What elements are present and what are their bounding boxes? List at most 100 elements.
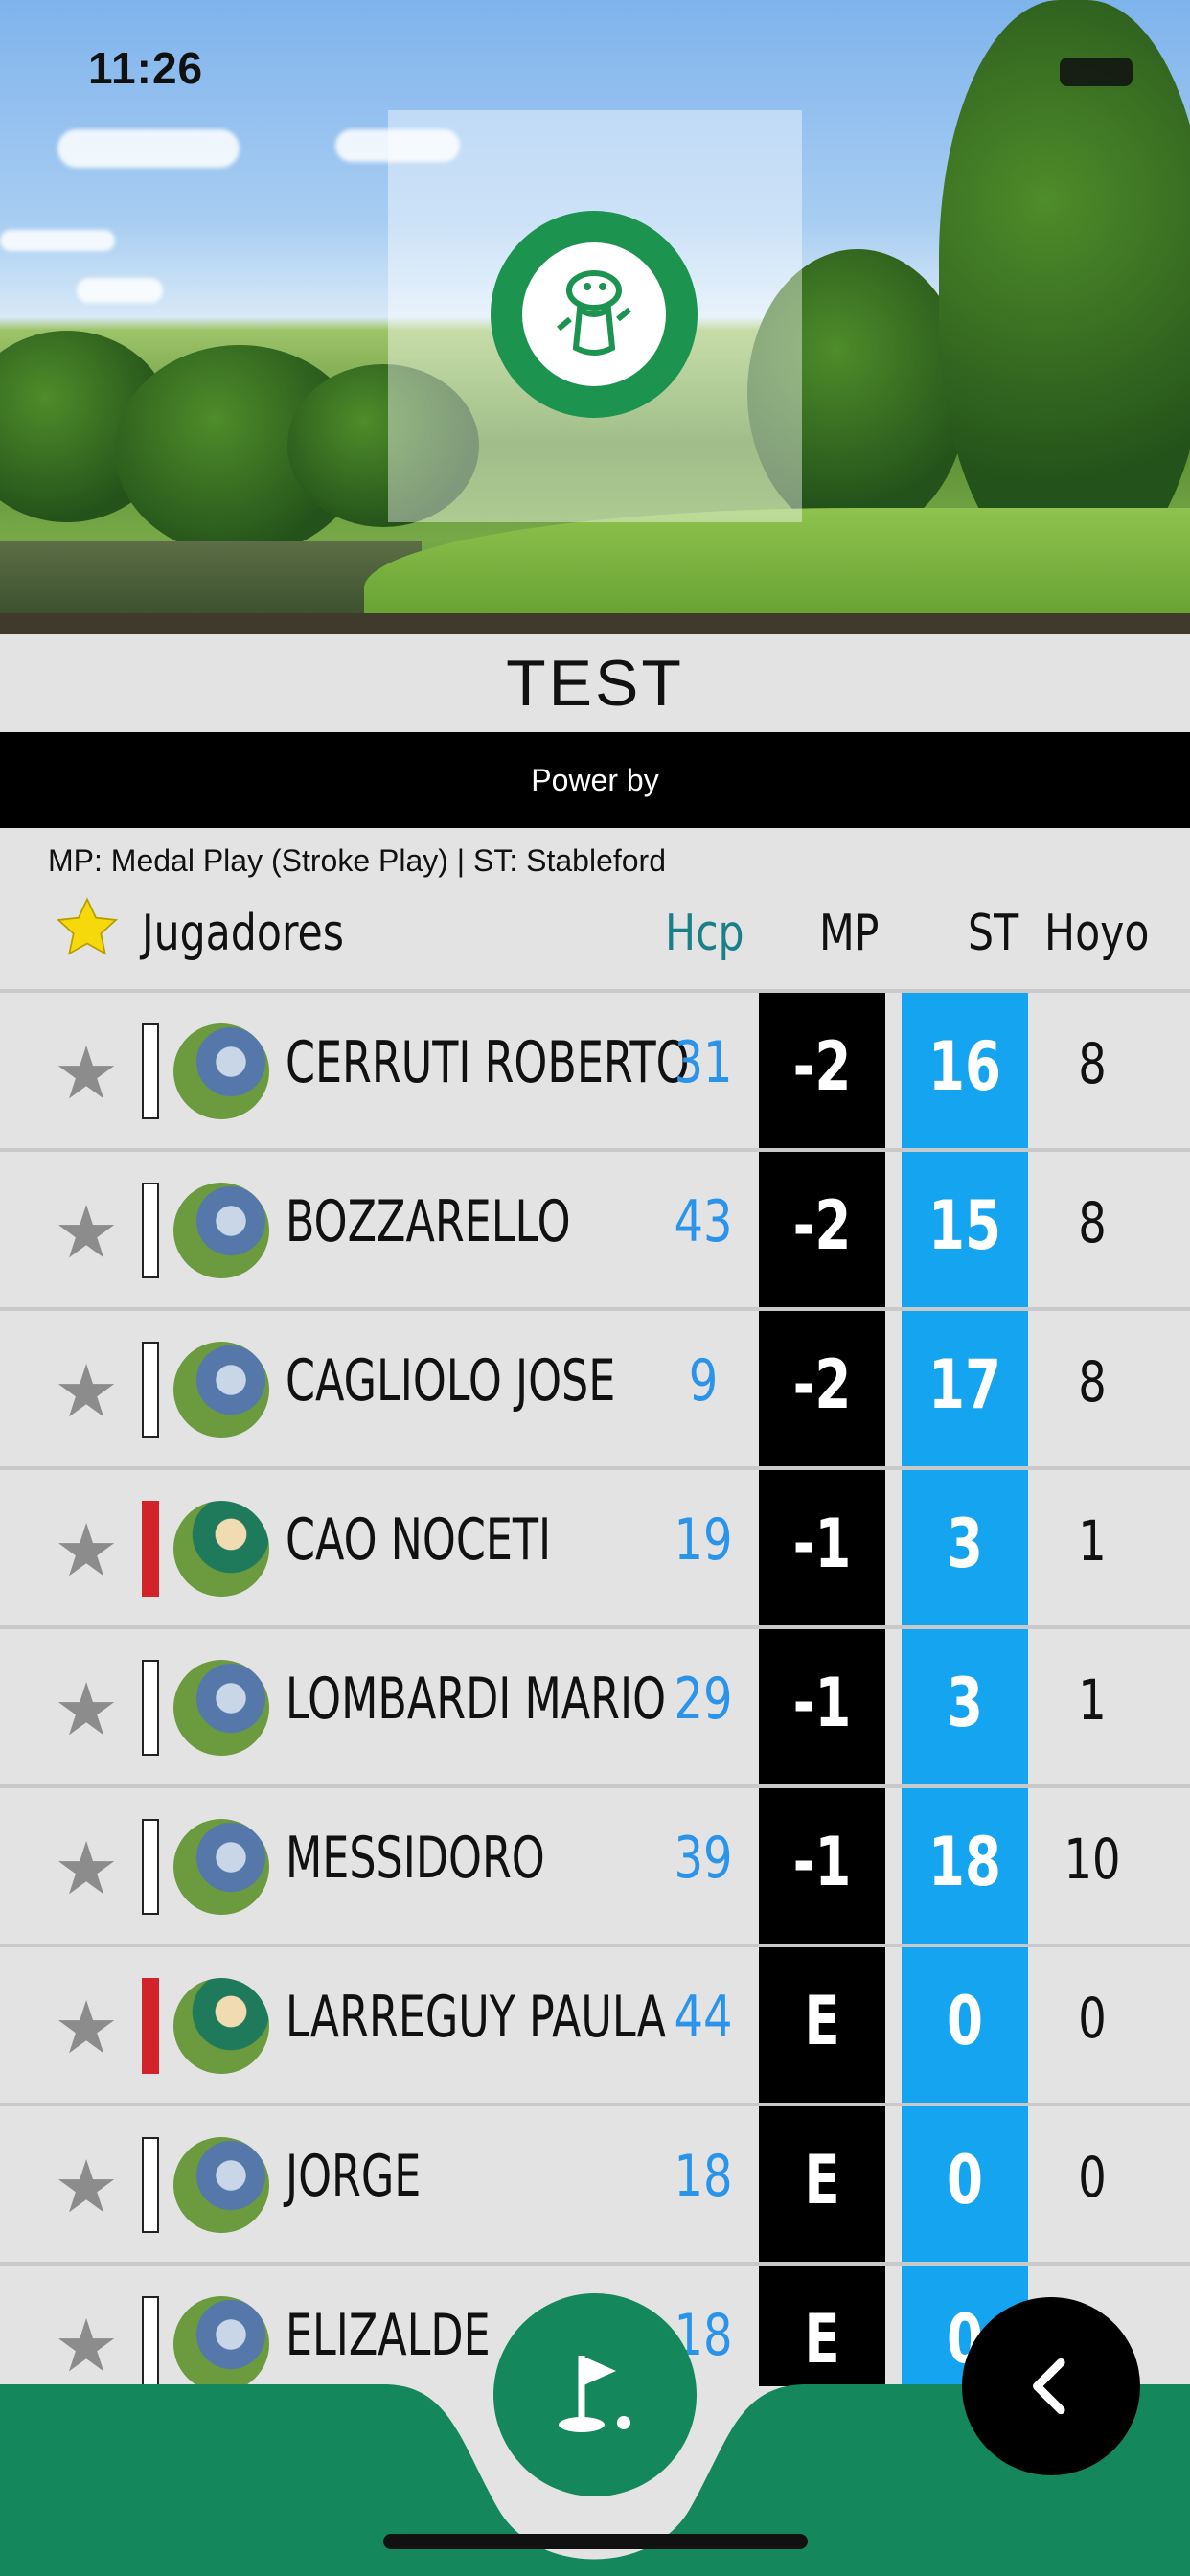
player-row[interactable]: ★ BOZZARELLO 43 -2 15 8 bbox=[0, 1152, 1190, 1311]
cloud bbox=[0, 230, 115, 251]
player-hcp: 29 bbox=[674, 1666, 733, 1733]
player-hcp: 43 bbox=[674, 1188, 733, 1255]
tee-marker bbox=[142, 2137, 159, 2233]
player-st: 16 bbox=[927, 1027, 1001, 1106]
star-icon[interactable]: ★ bbox=[54, 1674, 119, 1747]
player-name: MESSIDORO bbox=[286, 1825, 545, 1892]
avatar bbox=[173, 2137, 269, 2233]
player-name: CAO NOCETI bbox=[286, 1506, 552, 1574]
avatar bbox=[173, 1024, 269, 1119]
star-icon[interactable]: ★ bbox=[54, 1515, 119, 1588]
star-icon[interactable]: ★ bbox=[54, 1197, 119, 1270]
golf-flag-icon bbox=[559, 2356, 630, 2432]
power-by-label: Power by bbox=[531, 762, 659, 797]
player-hoyo: 10 bbox=[1064, 1827, 1121, 1892]
player-hoyo: 8 bbox=[1078, 1031, 1107, 1096]
column-hcp: Hcp bbox=[665, 905, 744, 962]
tee-marker bbox=[142, 1660, 159, 1756]
player-name: BOZZARELLO bbox=[286, 1188, 571, 1255]
ground-edge bbox=[0, 613, 1190, 634]
player-hcp: 44 bbox=[674, 1984, 733, 2051]
back-button[interactable] bbox=[962, 2297, 1140, 2475]
star-icon[interactable]: ★ bbox=[54, 1038, 119, 1111]
avatar bbox=[173, 1660, 269, 1756]
player-name: LOMBARDI MARIO bbox=[286, 1666, 667, 1733]
player-hcp: 31 bbox=[674, 1029, 733, 1096]
course-header-image: 11:26 bbox=[0, 0, 1190, 634]
tee-marker bbox=[142, 1978, 159, 2074]
star-icon[interactable]: ★ bbox=[54, 2151, 119, 2224]
tee-marker bbox=[142, 1183, 159, 1278]
cloud bbox=[77, 278, 163, 303]
avatar bbox=[173, 1819, 269, 1915]
avatar bbox=[173, 1978, 269, 2074]
player-hoyo: 0 bbox=[1078, 2145, 1107, 2210]
player-mp: -2 bbox=[792, 1027, 852, 1106]
avatar bbox=[173, 2296, 269, 2392]
player-mp: -1 bbox=[792, 1823, 852, 1901]
tee-marker bbox=[142, 1819, 159, 1915]
player-mp: E bbox=[804, 1982, 840, 2060]
player-mp: -2 bbox=[792, 1186, 852, 1265]
scoring-legend: MP: Medal Play (Stroke Play) | ST: Stabl… bbox=[48, 843, 666, 878]
tee-marker bbox=[142, 1501, 159, 1597]
power-by-bar: Power by bbox=[0, 732, 1190, 828]
player-mp: E bbox=[804, 2300, 840, 2379]
player-hoyo: 1 bbox=[1078, 1668, 1107, 1733]
player-name: CAGLIOLO JOSE bbox=[286, 1347, 616, 1414]
player-row[interactable]: ★ CAGLIOLO JOSE 9 -2 17 8 bbox=[0, 1311, 1190, 1470]
chevron-left-icon bbox=[1033, 2358, 1065, 2415]
player-mp: E bbox=[804, 2141, 840, 2220]
player-row[interactable]: ★ CAO NOCETI 19 -1 3 1 bbox=[0, 1470, 1190, 1629]
player-name: CERRUTI ROBERTO bbox=[286, 1029, 690, 1096]
player-hoyo: 1 bbox=[1078, 1508, 1107, 1574]
column-players: Jugadores bbox=[142, 905, 344, 962]
avatar bbox=[173, 1501, 269, 1597]
avatar bbox=[173, 1342, 269, 1438]
player-st: 0 bbox=[946, 2141, 984, 2220]
lizard-icon bbox=[522, 242, 666, 386]
player-st: 3 bbox=[946, 1505, 984, 1583]
tee-marker bbox=[142, 2296, 159, 2392]
leaderboard-header: Jugadores Hcp MP ST Hoyo bbox=[0, 884, 1190, 989]
player-mp: -1 bbox=[792, 1664, 852, 1742]
player-row[interactable]: ★ JORGE 18 E 0 0 bbox=[0, 2106, 1190, 2266]
home-indicator[interactable] bbox=[383, 2534, 808, 2549]
column-st: ST bbox=[968, 905, 1019, 962]
player-name: JORGE bbox=[286, 2143, 422, 2210]
tee-marker bbox=[142, 1342, 159, 1438]
player-hcp: 18 bbox=[674, 2143, 733, 2210]
star-icon[interactable]: ★ bbox=[54, 2311, 119, 2383]
tee-marker bbox=[142, 1024, 159, 1119]
status-time: 11:26 bbox=[88, 43, 204, 93]
star-icon[interactable]: ★ bbox=[54, 1992, 119, 2065]
player-row[interactable]: ★ LOMBARDI MARIO 29 -1 3 1 bbox=[0, 1629, 1190, 1788]
star-icon[interactable]: ★ bbox=[54, 1833, 119, 1906]
player-hcp: 39 bbox=[674, 1825, 733, 1892]
player-hoyo: 8 bbox=[1078, 1190, 1107, 1255]
player-st: 15 bbox=[927, 1186, 1001, 1265]
tournament-title-bar: TEST bbox=[0, 634, 1190, 732]
player-mp: -2 bbox=[792, 1346, 852, 1424]
star-icon[interactable] bbox=[54, 895, 121, 967]
cloud bbox=[57, 129, 240, 168]
tree bbox=[939, 0, 1190, 575]
player-hoyo: 8 bbox=[1078, 1349, 1107, 1414]
column-hoyo: Hoyo bbox=[1044, 905, 1150, 962]
star-icon[interactable]: ★ bbox=[54, 1356, 119, 1429]
player-row[interactable]: ★ LARREGUY PAULA 44 E 0 0 bbox=[0, 1947, 1190, 2106]
player-hcp: 19 bbox=[674, 1506, 733, 1574]
column-mp: MP bbox=[819, 905, 880, 962]
lake bbox=[0, 541, 422, 613]
los-lagartos-logo bbox=[491, 211, 698, 418]
avatar bbox=[173, 1183, 269, 1278]
tournament-title: TEST bbox=[506, 647, 684, 720]
player-name: ELIZALDE bbox=[286, 2302, 491, 2369]
player-st: 18 bbox=[927, 1823, 1001, 1901]
golf-flag-button[interactable] bbox=[493, 2293, 697, 2496]
battery-icon bbox=[1060, 58, 1133, 86]
player-name: LARREGUY PAULA bbox=[286, 1984, 666, 2051]
player-row[interactable]: ★ CERRUTI ROBERTO 31 -2 16 8 bbox=[0, 993, 1190, 1152]
player-row[interactable]: ★ MESSIDORO 39 -1 18 10 bbox=[0, 1788, 1190, 1947]
player-st: 17 bbox=[927, 1346, 1001, 1424]
